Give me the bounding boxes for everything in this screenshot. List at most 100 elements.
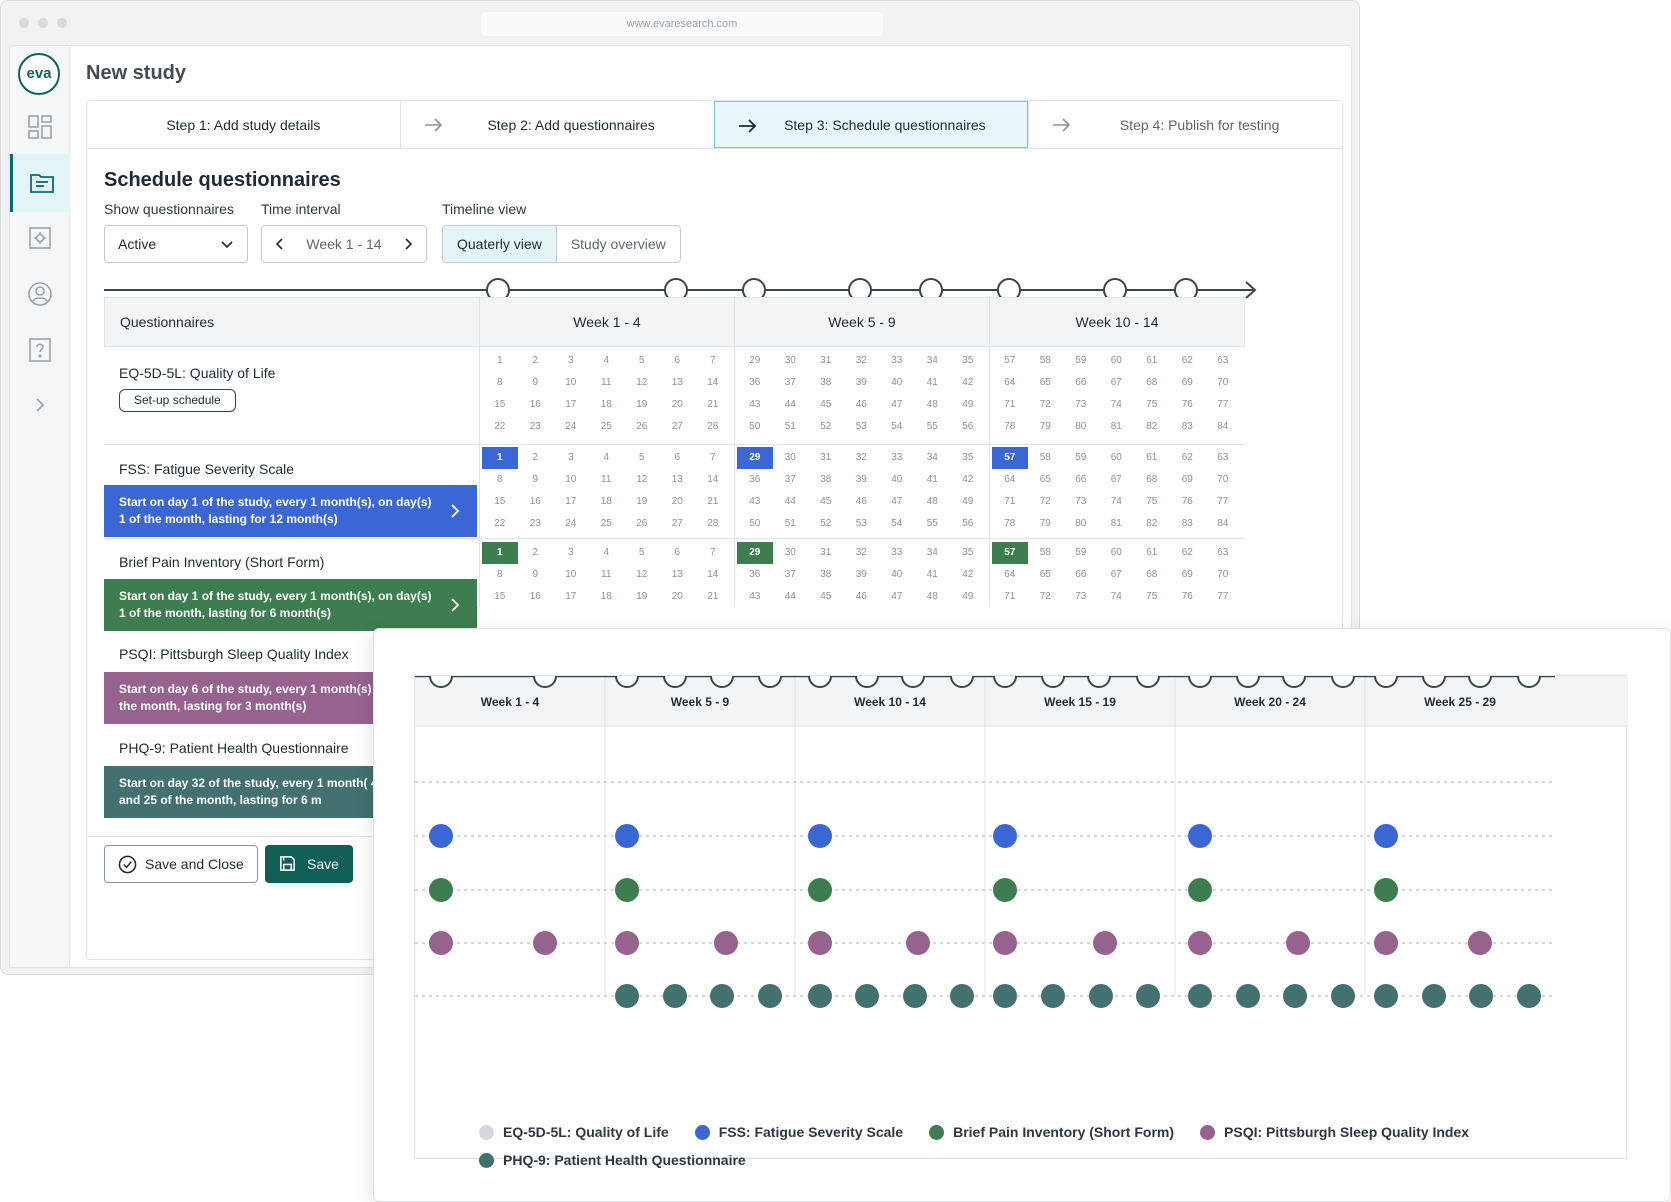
address-bar[interactable]: www.evaresearch.com: [481, 12, 883, 36]
calendar-day[interactable]: 4: [589, 542, 625, 564]
calendar-day[interactable]: 14: [695, 372, 731, 394]
calendar-day[interactable]: 54: [879, 512, 915, 534]
calendar-day[interactable]: 69: [1170, 564, 1206, 586]
sidebar-expand[interactable]: [10, 376, 70, 434]
calendar-day[interactable]: 23: [518, 512, 554, 534]
calendar-day[interactable]: 75: [1134, 586, 1170, 608]
calendar-day[interactable]: 9: [518, 564, 554, 586]
calendar-day[interactable]: 4: [589, 447, 625, 469]
calendar-day[interactable]: 68: [1134, 372, 1170, 394]
calendar-day[interactable]: 2: [518, 350, 554, 372]
calendar-day[interactable]: 35: [950, 350, 986, 372]
step-schedule-questionnaires[interactable]: Step 3: Schedule questionnaires: [713, 101, 1029, 148]
calendar-day[interactable]: 32: [844, 447, 880, 469]
calendar-day[interactable]: 71: [992, 491, 1028, 513]
minimize-window-dot[interactable]: [38, 18, 48, 28]
calendar-day[interactable]: 70: [1205, 564, 1241, 586]
calendar-day[interactable]: 45: [808, 491, 844, 513]
calendar-day[interactable]: 67: [1099, 469, 1135, 491]
calendar-day[interactable]: 25: [589, 415, 625, 437]
calendar-day[interactable]: 16: [518, 394, 554, 416]
calendar-day[interactable]: 72: [1028, 491, 1064, 513]
calendar-day[interactable]: 20: [660, 394, 696, 416]
sidebar-item-settings[interactable]: [10, 209, 70, 267]
calendar-day[interactable]: 19: [624, 394, 660, 416]
calendar-day[interactable]: 44: [773, 491, 809, 513]
calendar-day[interactable]: 78: [992, 415, 1028, 437]
calendar-day[interactable]: 61: [1134, 350, 1170, 372]
calendar-day[interactable]: 67: [1099, 564, 1135, 586]
calendar-day[interactable]: 59: [1063, 542, 1099, 564]
calendar-day[interactable]: 48: [915, 394, 951, 416]
calendar-day[interactable]: 73: [1063, 394, 1099, 416]
calendar-day[interactable]: 80: [1063, 415, 1099, 437]
calendar-day[interactable]: 53: [844, 415, 880, 437]
calendar-day[interactable]: 17: [553, 586, 589, 608]
calendar-day[interactable]: 9: [518, 372, 554, 394]
calendar-day[interactable]: 64: [992, 564, 1028, 586]
sidebar-item-help[interactable]: [10, 321, 70, 379]
calendar-day[interactable]: 33: [879, 542, 915, 564]
calendar-day[interactable]: 11: [589, 469, 625, 491]
calendar-day[interactable]: 13: [660, 469, 696, 491]
calendar-day[interactable]: 44: [773, 586, 809, 608]
calendar-day[interactable]: 24: [553, 415, 589, 437]
calendar-day[interactable]: 42: [950, 469, 986, 491]
calendar-day[interactable]: 26: [624, 415, 660, 437]
calendar-day[interactable]: 84: [1205, 512, 1241, 534]
calendar-day[interactable]: 65: [1028, 469, 1064, 491]
calendar-day[interactable]: 77: [1205, 586, 1241, 608]
calendar-day[interactable]: 74: [1099, 394, 1135, 416]
calendar-day[interactable]: 83: [1170, 512, 1206, 534]
calendar-day[interactable]: 34: [915, 350, 951, 372]
step-add-questionnaires[interactable]: Step 2: Add questionnaires: [399, 101, 714, 148]
calendar-day[interactable]: 46: [844, 394, 880, 416]
calendar-day[interactable]: 41: [915, 372, 951, 394]
calendar-day[interactable]: 31: [808, 350, 844, 372]
calendar-day[interactable]: 14: [695, 469, 731, 491]
calendar-day[interactable]: 64: [992, 469, 1028, 491]
calendar-day[interactable]: 47: [879, 394, 915, 416]
calendar-day[interactable]: 52: [808, 512, 844, 534]
calendar-day[interactable]: 65: [1028, 372, 1064, 394]
calendar-day[interactable]: 8: [482, 469, 518, 491]
calendar-day[interactable]: 66: [1063, 372, 1099, 394]
calendar-day[interactable]: 20: [660, 491, 696, 513]
calendar-day[interactable]: 73: [1063, 586, 1099, 608]
calendar-day[interactable]: 12: [624, 372, 660, 394]
calendar-day[interactable]: 22: [482, 512, 518, 534]
calendar-day[interactable]: 7: [695, 350, 731, 372]
calendar-day[interactable]: 48: [915, 586, 951, 608]
calendar-day[interactable]: 77: [1205, 394, 1241, 416]
calendar-day[interactable]: 66: [1063, 564, 1099, 586]
calendar-day[interactable]: 75: [1134, 394, 1170, 416]
calendar-day[interactable]: 47: [879, 491, 915, 513]
calendar-day[interactable]: 63: [1205, 350, 1241, 372]
calendar-day[interactable]: 70: [1205, 469, 1241, 491]
calendar-day[interactable]: 40: [879, 564, 915, 586]
calendar-day[interactable]: 5: [624, 350, 660, 372]
calendar-day[interactable]: 69: [1170, 469, 1206, 491]
calendar-day[interactable]: 76: [1170, 394, 1206, 416]
calendar-day[interactable]: 57: [992, 350, 1028, 372]
calendar-day[interactable]: 37: [773, 469, 809, 491]
calendar-day[interactable]: 30: [773, 447, 809, 469]
calendar-day[interactable]: 40: [879, 372, 915, 394]
calendar-day[interactable]: 81: [1099, 512, 1135, 534]
calendar-day[interactable]: 34: [915, 447, 951, 469]
calendar-day[interactable]: 36: [737, 372, 773, 394]
calendar-day[interactable]: 33: [879, 350, 915, 372]
calendar-day[interactable]: 35: [950, 447, 986, 469]
chevron-left-icon[interactable]: [274, 238, 286, 250]
calendar-day[interactable]: 66: [1063, 469, 1099, 491]
calendar-day[interactable]: 51: [773, 415, 809, 437]
calendar-day[interactable]: 43: [737, 394, 773, 416]
calendar-day[interactable]: 2: [518, 542, 554, 564]
calendar-day[interactable]: 29: [737, 542, 773, 564]
calendar-day[interactable]: 21: [695, 491, 731, 513]
calendar-day[interactable]: 53: [844, 512, 880, 534]
calendar-day[interactable]: 74: [1099, 586, 1135, 608]
calendar-day[interactable]: 78: [992, 512, 1028, 534]
calendar-day[interactable]: 15: [482, 394, 518, 416]
calendar-day[interactable]: 71: [992, 394, 1028, 416]
